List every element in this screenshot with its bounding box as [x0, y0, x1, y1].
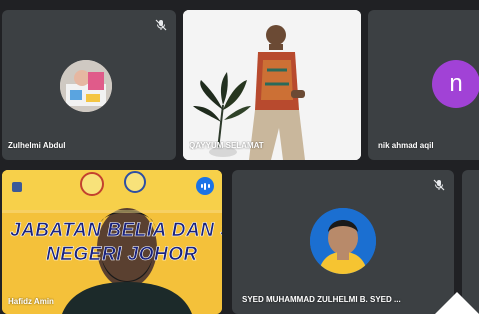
- banner-title: JABATAN BELIA DAN SUKAN: [10, 220, 222, 242]
- participant-name: nik ahmad aqil: [378, 141, 434, 150]
- scroll-corner-indicator: [435, 292, 479, 314]
- participant-tile-qayyum[interactable]: QAYYUM SELAMAT: [183, 10, 361, 160]
- banner-subtitle: NEGERI JOHOR: [46, 244, 198, 266]
- participant-name: QAYYUM SELAMAT: [189, 141, 264, 150]
- participant-tile-hafidz[interactable]: JABATAN BELIA DAN SUKAN NEGERI JOHOR Haf…: [2, 170, 222, 314]
- mic-off-icon: [433, 179, 445, 191]
- participant-tile-zulhelmi[interactable]: Zulhelmi Abdul: [2, 10, 176, 160]
- participant-video: [183, 10, 361, 160]
- participant-avatar: [60, 60, 112, 112]
- mic-off-icon: [155, 19, 167, 31]
- participant-avatar: [310, 208, 376, 274]
- participant-name: Zulhelmi Abdul: [8, 141, 66, 150]
- meeting-grid: Zulhelmi Abdul QAYYUM SELAMAT nik ahmad …: [0, 0, 479, 314]
- participant-tile-syed[interactable]: SYED MUHAMMAD ZULHELMI B. SYED ...: [232, 170, 454, 314]
- speaking-indicator-icon: [196, 177, 214, 195]
- participant-initial-avatar: n: [432, 60, 479, 108]
- participant-name: Hafidz Amin: [8, 297, 54, 306]
- participant-video: [2, 170, 222, 314]
- participant-name: SYED MUHAMMAD ZULHELMI B. SYED ...: [242, 295, 401, 304]
